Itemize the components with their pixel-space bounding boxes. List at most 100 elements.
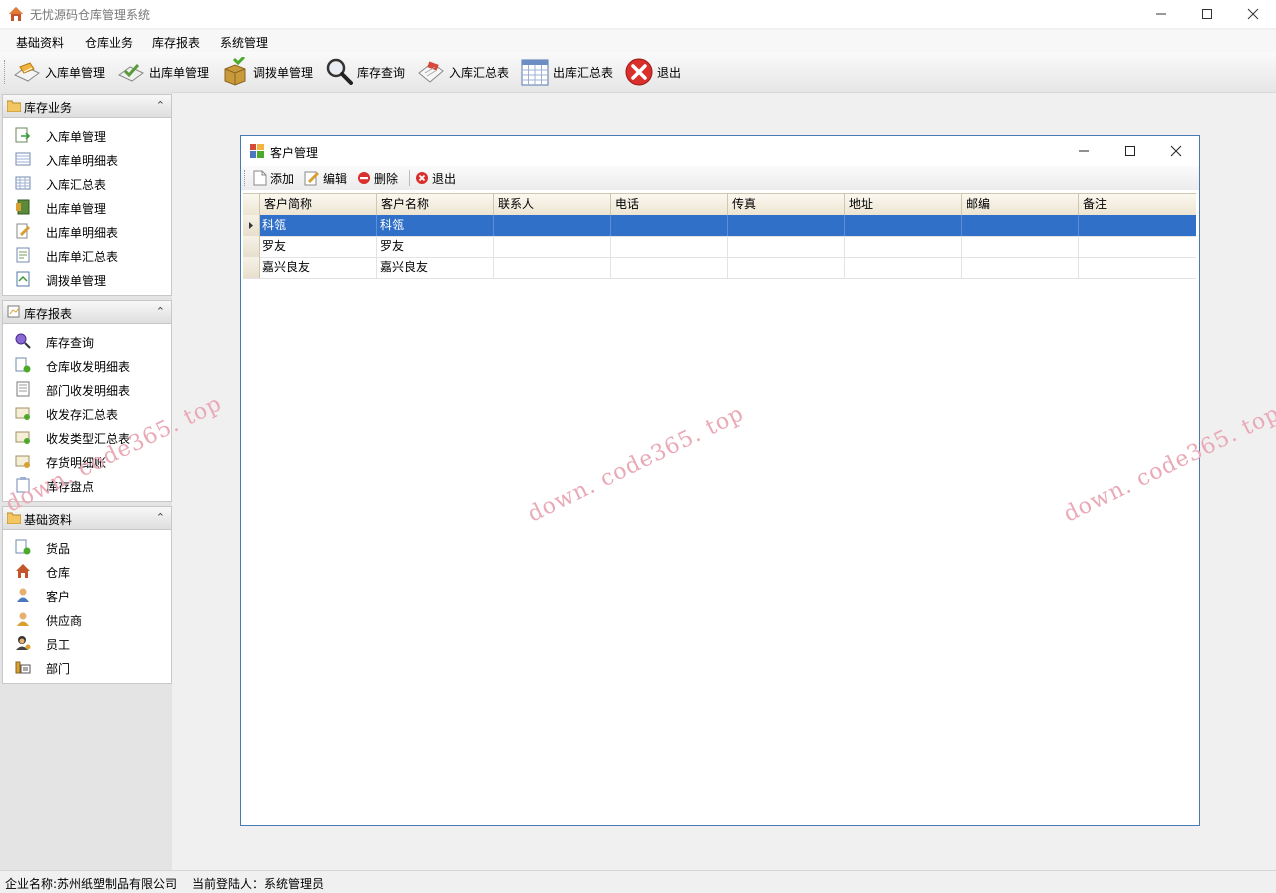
nav-item-department[interactable]: 部门: [3, 655, 171, 679]
panel-header-stock-business[interactable]: 库存业务 ⌃: [3, 95, 171, 118]
column-header-short-name[interactable]: 客户简称: [259, 194, 376, 215]
nav-panel-stock-reports: 库存报表 ⌃ 库存查询 仓库收发明细表 部门收发明细表 收发存汇总表 收发类型汇…: [2, 300, 172, 502]
add-button[interactable]: 添加: [253, 169, 294, 187]
table-cell[interactable]: [961, 257, 1078, 278]
child-close-button[interactable]: [1153, 136, 1199, 166]
child-window-title: 客户管理: [270, 146, 319, 160]
toolbar-stock-out-button[interactable]: 出库单管理: [116, 56, 209, 88]
nav-item-goods[interactable]: 货品: [3, 535, 171, 559]
table-cell[interactable]: [493, 257, 610, 278]
table-cell[interactable]: [493, 236, 610, 257]
window-titlebar: 无忧源码仓库管理系统: [0, 0, 1276, 28]
collapse-chevron-icon[interactable]: ⌃: [156, 305, 165, 318]
row-header[interactable]: [243, 236, 260, 257]
nav-item-stock-query[interactable]: 库存查询: [3, 329, 171, 353]
table-cell[interactable]: [1078, 257, 1196, 278]
nav-item-customer[interactable]: 客户: [3, 583, 171, 607]
nav-item-transfer[interactable]: 调拨单管理: [3, 267, 171, 291]
column-header-remarks[interactable]: 备注: [1078, 194, 1196, 215]
column-header-fax[interactable]: 传真: [727, 194, 844, 215]
table-cell[interactable]: [493, 215, 610, 236]
nav-item-employee[interactable]: 员工: [3, 631, 171, 655]
row-header[interactable]: [243, 215, 260, 236]
column-header-zip[interactable]: 邮编: [961, 194, 1078, 215]
magnifier-icon: [324, 57, 354, 87]
toolbar-grip[interactable]: [244, 170, 246, 186]
table-cell[interactable]: [1078, 236, 1196, 257]
table-cell[interactable]: [727, 257, 844, 278]
row-header[interactable]: [243, 257, 260, 278]
minimize-button[interactable]: [1138, 0, 1184, 28]
edit-button[interactable]: 编辑: [304, 169, 347, 187]
nav-item-supplier[interactable]: 供应商: [3, 607, 171, 631]
menu-system-admin[interactable]: 系统管理: [220, 34, 268, 51]
nav-panel-stock-business: 库存业务 ⌃ 入库单管理 入库单明细表 入库汇总表 出库单管理 出库单明细表 出…: [2, 94, 172, 296]
toolbar-stock-in-button[interactable]: 入库单管理: [12, 56, 105, 88]
maximize-button[interactable]: [1184, 0, 1230, 28]
nav-item-stock-in-detail[interactable]: 入库单明细表: [3, 147, 171, 171]
nav-item-warehouse-detail[interactable]: 仓库收发明细表: [3, 353, 171, 377]
toolbar-grip[interactable]: [4, 60, 8, 84]
nav-item-stock-count[interactable]: 库存盘点: [3, 473, 171, 497]
menu-warehouse-business[interactable]: 仓库业务: [85, 34, 133, 51]
table-cell[interactable]: 罗友: [376, 236, 493, 257]
table-row[interactable]: 嘉兴良友 嘉兴良友: [243, 257, 1196, 279]
collapse-chevron-icon[interactable]: ⌃: [156, 511, 165, 524]
toolbar-out-summary-button[interactable]: 出库汇总表: [520, 56, 613, 88]
nav-item-stock-out-summary[interactable]: 出库单汇总表: [3, 243, 171, 267]
nav-item-stock-out-detail[interactable]: 出库单明细表: [3, 219, 171, 243]
nav-item-io-summary[interactable]: 收发存汇总表: [3, 401, 171, 425]
nav-item-io-type-summary[interactable]: 收发类型汇总表: [3, 425, 171, 449]
close-red-icon: [416, 172, 428, 184]
table-cell[interactable]: [610, 257, 727, 278]
table-cell[interactable]: [844, 215, 961, 236]
menu-basic-data[interactable]: 基础资料: [16, 34, 64, 51]
table-cell[interactable]: 罗友: [259, 236, 376, 257]
table-cell[interactable]: 嘉兴良友: [376, 257, 493, 278]
delete-button[interactable]: 删除: [357, 169, 398, 187]
nav-item-warehouse[interactable]: 仓库: [3, 559, 171, 583]
table-cell[interactable]: [727, 215, 844, 236]
table-cell[interactable]: [1078, 215, 1196, 236]
table-row[interactable]: 罗友 罗友: [243, 236, 1196, 258]
close-button[interactable]: [1230, 0, 1276, 28]
table-cell[interactable]: 科瓴: [259, 215, 376, 236]
nav-item-dept-detail[interactable]: 部门收发明细表: [3, 377, 171, 401]
panel-header-basic-data[interactable]: 基础资料 ⌃: [3, 507, 171, 530]
nav-item-stock-in-summary[interactable]: 入库汇总表: [3, 171, 171, 195]
table-row[interactable]: 科瓴 科瓴: [243, 215, 1196, 237]
table-cell[interactable]: [961, 236, 1078, 257]
collapse-chevron-icon[interactable]: ⌃: [156, 99, 165, 112]
toolbar-stock-query-button[interactable]: 库存查询: [324, 56, 405, 88]
column-header-name[interactable]: 客户名称: [376, 194, 493, 215]
table-cell[interactable]: 科瓴: [376, 215, 493, 236]
menu-stock-reports[interactable]: 库存报表: [152, 34, 200, 51]
close-icon: [1170, 145, 1182, 157]
child-maximize-button[interactable]: [1107, 136, 1153, 166]
card-icon: [15, 431, 30, 444]
table-cell[interactable]: 嘉兴良友: [259, 257, 376, 278]
grid-header: 客户简称 客户名称 联系人 电话 传真 地址 邮编 备注: [243, 193, 1196, 216]
column-header-contact[interactable]: 联系人: [493, 194, 610, 215]
table-cell[interactable]: [961, 215, 1078, 236]
panel-header-stock-reports[interactable]: 库存报表 ⌃: [3, 301, 171, 324]
child-minimize-button[interactable]: [1061, 136, 1107, 166]
table-cell[interactable]: [727, 236, 844, 257]
toolbar-in-summary-button[interactable]: 入库汇总表: [416, 56, 509, 88]
goods-icon: [15, 539, 31, 555]
table-cell[interactable]: [844, 257, 961, 278]
employee-icon: [16, 636, 31, 650]
folder-icon: [7, 100, 21, 112]
child-exit-button[interactable]: 退出: [415, 169, 456, 187]
nav-item-stock-in[interactable]: 入库单管理: [3, 123, 171, 147]
table-cell[interactable]: [610, 236, 727, 257]
grid-corner[interactable]: [243, 194, 259, 215]
column-header-phone[interactable]: 电话: [610, 194, 727, 215]
column-header-address[interactable]: 地址: [844, 194, 961, 215]
nav-item-stock-out[interactable]: 出库单管理: [3, 195, 171, 219]
table-cell[interactable]: [844, 236, 961, 257]
toolbar-transfer-button[interactable]: 调拨单管理: [220, 56, 313, 88]
table-cell[interactable]: [610, 215, 727, 236]
nav-item-inventory-ledger[interactable]: 存货明细账: [3, 449, 171, 473]
toolbar-exit-button[interactable]: 退出: [624, 56, 681, 88]
